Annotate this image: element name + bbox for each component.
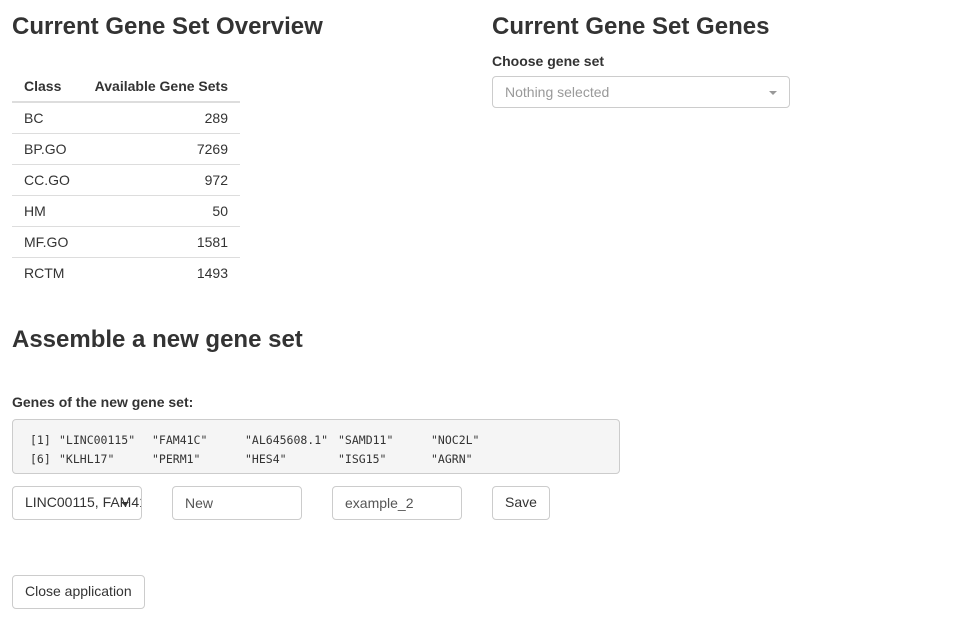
- new-gene-set-genes-label: Genes of the new gene set:: [12, 394, 194, 410]
- chevron-down-icon: [769, 91, 777, 95]
- table-row: HM 50: [12, 195, 240, 227]
- gene-name: "NOC2L": [431, 433, 480, 447]
- gene-set-select-placeholder: Nothing selected: [505, 84, 610, 100]
- gene-name: "HES4": [245, 452, 287, 466]
- close-application-button[interactable]: Close application: [12, 575, 145, 609]
- gene-set-genes-title: Current Gene Set Genes: [492, 13, 770, 40]
- class-cell: MF.GO: [12, 226, 83, 258]
- table-row: CC.GO 972: [12, 164, 240, 196]
- gene-name: "PERM1": [152, 452, 201, 466]
- caret-down-icon: [121, 502, 129, 506]
- gene-picker-dropdown[interactable]: LINC00115, FAM41C: [12, 486, 142, 520]
- output-index: [1]: [30, 433, 51, 447]
- table-row: BC 289: [12, 102, 240, 134]
- choose-gene-set-label: Choose gene set: [492, 53, 605, 69]
- table-row: MF.GO 1581: [12, 226, 240, 258]
- gene-list-output: [1] "LINC00115" "FAM41C" "AL645608.1" "SAMD1…: [12, 419, 620, 474]
- class-cell: BP.GO: [12, 133, 83, 165]
- gene-set-select[interactable]: Nothing selected: [492, 76, 790, 108]
- count-cell: 972: [82, 164, 240, 196]
- overview-title: Current Gene Set Overview: [12, 13, 323, 40]
- class-cell: BC: [24, 110, 44, 126]
- count-cell: 289: [204, 110, 228, 126]
- gene-name: "FAM41C": [152, 433, 208, 447]
- assemble-title: Assemble a new gene set: [12, 326, 303, 353]
- class-cell: HM: [12, 195, 83, 227]
- new-gene-input[interactable]: [172, 486, 302, 520]
- count-cell: 1493: [82, 257, 240, 288]
- output-line: [1] "LINC00115" "FAM41C" "AL645608.1" "SAMD1…: [30, 431, 602, 450]
- table-row: BP.GO 7269: [12, 133, 240, 165]
- gene-name: "SAMD11": [338, 433, 394, 447]
- count-cell: 50: [82, 195, 240, 227]
- class-cell: RCTM: [12, 257, 83, 288]
- gene-name: "AGRN": [431, 452, 473, 466]
- count-cell: 1581: [82, 226, 240, 258]
- save-button[interactable]: Save: [492, 486, 550, 520]
- gene-name: "KLHL17": [59, 452, 115, 466]
- gene-name: "AL645608.1": [245, 433, 329, 447]
- gene-set-overview-table: Class Available Gene Sets BC 289 BP.GO 726…: [12, 71, 240, 288]
- count-cell: 7269: [82, 133, 240, 165]
- gene-name: "ISG15": [338, 452, 387, 466]
- output-index: [6]: [30, 452, 51, 466]
- gene-set-name-input[interactable]: [332, 486, 462, 520]
- column-header-class: Class: [12, 71, 83, 103]
- class-cell: CC.GO: [12, 164, 83, 196]
- output-line: [6] "KLHL17" "PERM1" "HES4" "ISG15" "AGRN": [30, 450, 602, 469]
- table-header-row: Class Available Gene Sets: [12, 71, 240, 103]
- gene-name: "LINC00115": [59, 433, 136, 447]
- table-row: RCTM 1493: [12, 257, 240, 288]
- column-header-available-gene-sets: Available Gene Sets: [82, 71, 240, 103]
